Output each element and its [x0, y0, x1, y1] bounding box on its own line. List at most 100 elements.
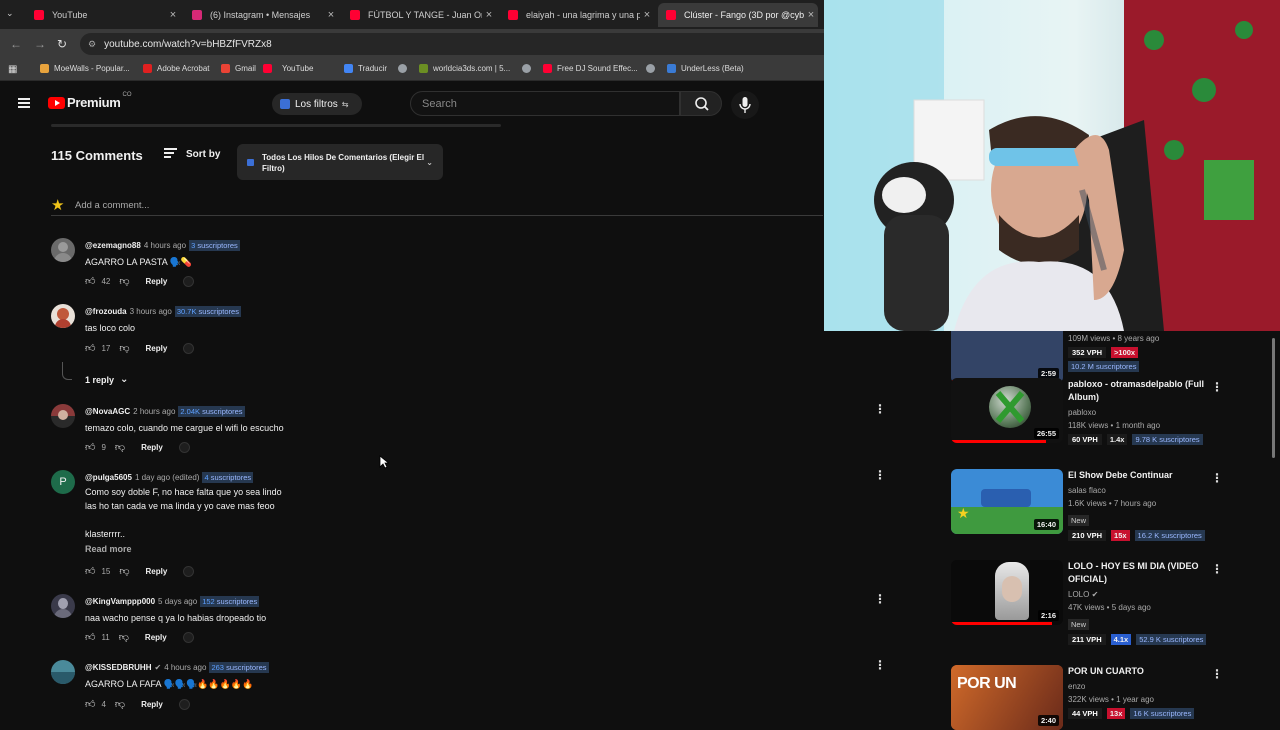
reply-button[interactable]: Reply: [146, 344, 168, 353]
bookmark-worldcia3ds[interactable]: worldcia3ds.com | 5...: [419, 64, 510, 73]
bookmark-globe-1[interactable]: [398, 64, 412, 73]
search-input[interactable]: Search: [410, 91, 680, 116]
tab-youtube[interactable]: YouTube ×: [26, 3, 180, 27]
forward-arrow-icon[interactable]: →: [34, 37, 46, 51]
like-icon[interactable]: 👍︎: [85, 275, 95, 287]
bookmark-traducir[interactable]: Traducir: [344, 64, 387, 73]
video-channel[interactable]: enzo: [1068, 680, 1218, 693]
video-channel[interactable]: salas flaco: [1068, 484, 1218, 497]
comment-time[interactable]: 1 day ago (edited): [135, 473, 200, 482]
search-button[interactable]: [680, 91, 722, 116]
like-icon[interactable]: 👍︎: [85, 342, 95, 354]
close-icon[interactable]: ×: [640, 9, 654, 21]
bookmark-globe-2[interactable]: [522, 64, 536, 73]
reply-button[interactable]: Reply: [145, 633, 167, 642]
comment-author[interactable]: @ezemagno88: [85, 241, 141, 250]
comment-author[interactable]: @frozouda: [85, 307, 127, 316]
bookmark-adobe-acrobat[interactable]: Adobe Acrobat: [143, 64, 209, 73]
filters-button[interactable]: Los filtros ⇆: [272, 93, 362, 115]
bookmark-youtube-icon-only[interactable]: [263, 64, 277, 73]
scrollbar-thumb[interactable]: [1272, 338, 1275, 458]
video-thumbnail[interactable]: ★ 16:40: [951, 469, 1063, 534]
close-icon[interactable]: ×: [482, 9, 496, 21]
comment-author[interactable]: @KingVamppp000: [85, 597, 155, 606]
comment-time[interactable]: 4 hours ago: [144, 241, 186, 250]
like-icon[interactable]: 👍︎: [85, 565, 95, 577]
bookmark-globe-3[interactable]: [646, 64, 660, 73]
site-info-icon[interactable]: ⚙: [88, 39, 96, 50]
comment-time[interactable]: 2 hours ago: [133, 407, 175, 416]
reload-icon[interactable]: ↻: [57, 37, 67, 51]
bookmark-moewalls[interactable]: MoeWalls - Popular...: [40, 64, 130, 73]
comment-menu-icon[interactable]: ⋮: [874, 468, 886, 482]
avatar[interactable]: [51, 238, 75, 262]
bookmark-underless[interactable]: UnderLess (Beta): [667, 64, 744, 73]
reply-button[interactable]: Reply: [146, 277, 168, 286]
dislike-icon[interactable]: 👎︎: [119, 565, 129, 577]
like-icon[interactable]: 👍︎: [85, 631, 95, 643]
youtube-premium-logo[interactable]: Premium CO: [48, 92, 132, 110]
dislike-icon[interactable]: 👎︎: [119, 631, 129, 643]
tab-futbol-y-tange[interactable]: FÚTBOL Y TANGE - Juan One, T ×: [342, 3, 496, 27]
comment-author[interactable]: @KISSEDBRUHH: [85, 663, 151, 672]
comment-menu-icon[interactable]: ⋮: [874, 402, 886, 416]
avatar[interactable]: P: [51, 470, 75, 494]
comment-meta: @pulga5605 1 day ago (edited) 4 suscript…: [85, 472, 254, 483]
tab-cluster-fango[interactable]: Clúster - Fango (3D por @cybe ×: [658, 3, 818, 27]
video-channel[interactable]: pabloxo: [1068, 406, 1218, 419]
close-icon[interactable]: ×: [324, 9, 338, 21]
video-menu-icon[interactable]: ⋮: [1211, 562, 1223, 576]
video-title[interactable]: LOLO - HOY ES MI DIA (VIDEO OFICIAL): [1068, 560, 1218, 586]
dislike-icon[interactable]: 👎︎: [119, 275, 129, 287]
subscriber-badge: 152 suscriptores: [200, 596, 260, 607]
tab-elaiyah[interactable]: elaiyah - una lagrima y una pú ×: [500, 3, 654, 27]
read-more-link[interactable]: Read more: [85, 544, 132, 554]
tab-instagram[interactable]: (6) Instagram • Mensajes ×: [184, 3, 338, 27]
reply-button[interactable]: Reply: [141, 700, 163, 709]
comment-time[interactable]: 4 hours ago: [164, 663, 206, 672]
apps-grid-icon[interactable]: ▦: [8, 64, 17, 75]
back-arrow-icon[interactable]: ←: [10, 37, 22, 51]
video-title[interactable]: POR UN CUARTO: [1068, 665, 1218, 678]
comment-menu-icon[interactable]: ⋮: [874, 592, 886, 606]
comment-filter-dropdown[interactable]: Todos Los Hilos De Comentarios (Elegir E…: [237, 144, 443, 180]
show-replies-button[interactable]: 1 reply ⌄: [85, 374, 128, 385]
video-thumbnail[interactable]: 2:16: [951, 560, 1063, 625]
sort-by-button[interactable]: Sort by: [164, 148, 220, 160]
avatar[interactable]: [51, 304, 75, 328]
video-thumbnail[interactable]: 26:55: [951, 378, 1063, 443]
comment-time[interactable]: 5 days ago: [158, 597, 197, 606]
comment-menu-icon[interactable]: ⋮: [874, 658, 886, 672]
video-thumbnail[interactable]: POR UN 2:40: [951, 665, 1063, 730]
bookmark-youtube[interactable]: YouTube: [282, 64, 313, 73]
comment-author[interactable]: @NovaAGC: [85, 407, 130, 416]
reply-button[interactable]: Reply: [141, 443, 163, 452]
add-comment-field[interactable]: ★ Add a comment...: [51, 196, 823, 216]
dislike-icon[interactable]: 👎︎: [115, 698, 125, 710]
comment-author[interactable]: @pulga5605: [85, 473, 132, 482]
menu-icon[interactable]: [18, 98, 30, 108]
comment-line: las ho tan cada ve ma linda y yo cave ma…: [85, 501, 275, 511]
comment-time[interactable]: 3 hours ago: [130, 307, 172, 316]
voice-search-button[interactable]: [731, 91, 759, 119]
video-title[interactable]: pabloxo - otramasdelpablo (Full Album): [1068, 378, 1218, 404]
dislike-icon[interactable]: 👎︎: [115, 441, 125, 453]
close-icon[interactable]: ×: [166, 9, 180, 21]
like-icon[interactable]: 👍︎: [85, 441, 95, 453]
video-menu-icon[interactable]: ⋮: [1211, 380, 1223, 394]
video-channel[interactable]: LOLO ✔: [1068, 588, 1218, 601]
avatar[interactable]: [51, 404, 75, 428]
bookmark-free-dj[interactable]: Free DJ Sound Effec...: [543, 64, 638, 73]
avatar[interactable]: [51, 594, 75, 618]
reply-button[interactable]: Reply: [146, 567, 168, 576]
bookmark-gmail[interactable]: Gmail: [221, 64, 256, 73]
close-icon[interactable]: ×: [804, 9, 818, 21]
tab-search-icon[interactable]: ⌄: [6, 8, 14, 19]
replies-label: 1 reply: [85, 374, 115, 385]
video-menu-icon[interactable]: ⋮: [1211, 471, 1223, 485]
video-title[interactable]: El Show Debe Continuar: [1068, 469, 1218, 482]
avatar[interactable]: [51, 660, 75, 684]
dislike-icon[interactable]: 👎︎: [119, 342, 129, 354]
video-menu-icon[interactable]: ⋮: [1211, 667, 1223, 681]
like-icon[interactable]: 👍︎: [85, 698, 95, 710]
